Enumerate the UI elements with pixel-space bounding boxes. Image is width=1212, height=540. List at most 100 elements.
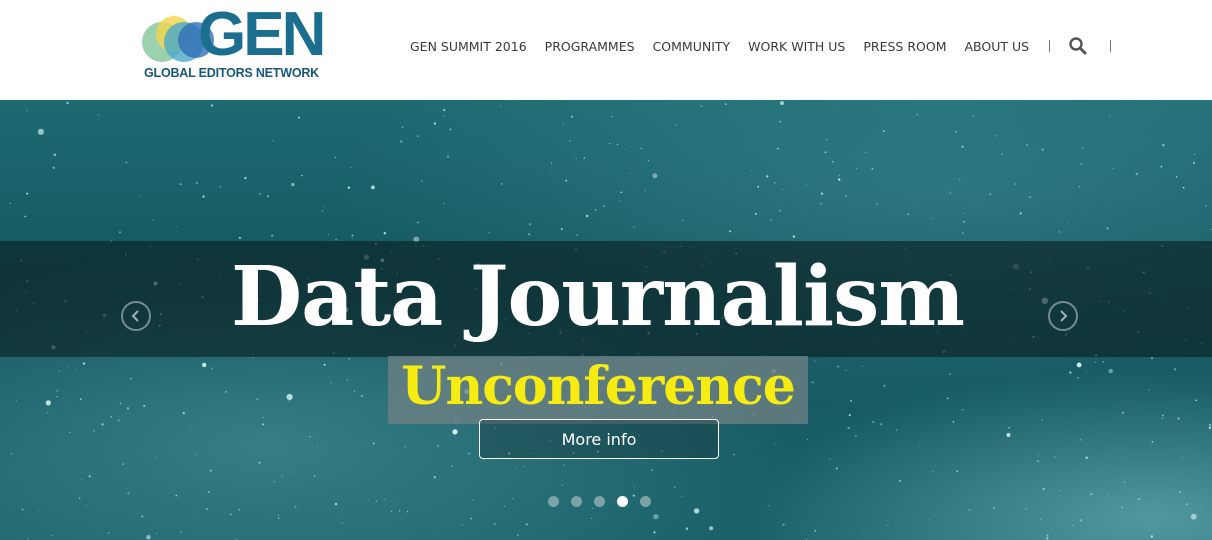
site-header: GEN GLOBAL EDITORS NETWORK GEN SUMMIT 20…: [0, 0, 1212, 100]
star: [1069, 371, 1072, 374]
star: [27, 538, 29, 540]
star: [647, 160, 649, 162]
star: [757, 185, 760, 188]
star: [673, 486, 676, 488]
star: [341, 522, 344, 525]
star: [129, 377, 132, 380]
star: [1080, 163, 1083, 165]
star: [847, 426, 850, 430]
star: [838, 174, 841, 177]
star: [53, 153, 56, 156]
star: [845, 369, 847, 371]
star: [829, 458, 831, 460]
nav-item-work-with-us[interactable]: WORK WITH US: [748, 39, 845, 54]
star: [155, 457, 157, 458]
star: [501, 183, 503, 185]
star: [865, 151, 867, 153]
star: [560, 228, 563, 231]
nav-item-programmes[interactable]: PROGRAMMES: [545, 39, 635, 54]
star: [700, 105, 703, 107]
star: [899, 480, 901, 482]
star: [565, 179, 568, 182]
star: [176, 226, 178, 228]
star: [845, 195, 847, 197]
star: [15, 400, 17, 402]
star: [682, 219, 684, 222]
star: [301, 174, 303, 177]
star: [286, 393, 293, 401]
star: [443, 109, 446, 112]
star: [1029, 196, 1032, 199]
star: [1160, 165, 1163, 168]
carousel-next-button[interactable]: [1048, 301, 1078, 331]
star: [1058, 231, 1061, 233]
star: [195, 181, 198, 184]
nav-item-community[interactable]: COMMUNITY: [653, 39, 731, 54]
star: [591, 517, 593, 519]
star: [259, 193, 261, 195]
star: [21, 508, 24, 511]
star: [209, 469, 212, 472]
star: [1151, 440, 1154, 443]
star: [1041, 148, 1044, 151]
star: [732, 453, 735, 456]
star: [961, 145, 964, 148]
star: [837, 365, 840, 368]
star: [1138, 498, 1141, 501]
star: [1123, 481, 1126, 483]
star: [219, 186, 222, 188]
star: [118, 231, 122, 234]
star: [1038, 453, 1040, 455]
star: [961, 408, 964, 411]
star: [46, 412, 49, 414]
star: [1019, 212, 1022, 215]
carousel-dot[interactable]: [571, 496, 582, 507]
chevron-left-icon: [131, 310, 139, 322]
star: [384, 498, 386, 500]
star: [175, 494, 178, 497]
search-icon[interactable]: [1068, 36, 1088, 56]
carousel-dot[interactable]: [640, 496, 651, 507]
star: [624, 149, 626, 151]
star: [74, 369, 76, 371]
star: [179, 183, 182, 186]
logo-wordmark: GEN: [198, 0, 326, 69]
carousel-dot[interactable]: [594, 496, 605, 507]
star: [229, 513, 232, 516]
star: [644, 189, 647, 192]
star: [640, 147, 643, 149]
star: [238, 236, 241, 239]
more-info-button[interactable]: More info: [479, 419, 719, 459]
star: [932, 470, 934, 473]
star: [468, 452, 470, 455]
star: [347, 186, 350, 189]
carousel-prev-button[interactable]: [121, 301, 151, 331]
logo-subtitle: GLOBAL EDITORS NETWORK: [144, 66, 320, 80]
star: [528, 233, 531, 236]
star: [1072, 524, 1073, 526]
star: [620, 200, 621, 202]
star: [78, 497, 81, 500]
gen-logo[interactable]: GEN GLOBAL EDITORS NETWORK: [140, 4, 330, 82]
star: [832, 160, 834, 163]
hero-title: Data Journalism: [230, 249, 965, 345]
nav-item-press-room[interactable]: PRESS ROOM: [863, 39, 946, 54]
carousel-dot[interactable]: [548, 496, 559, 507]
star: [550, 172, 552, 174]
carousel-dot-active[interactable]: [617, 496, 628, 507]
star: [1025, 508, 1027, 510]
star: [143, 404, 146, 408]
star: [1182, 457, 1184, 459]
star: [824, 151, 827, 154]
star: [277, 517, 280, 519]
star: [256, 398, 259, 401]
star: [1046, 534, 1049, 537]
nav-item-about-us[interactable]: ABOUT US: [965, 39, 1030, 54]
star: [244, 176, 247, 180]
star: [51, 535, 53, 537]
star: [779, 120, 782, 123]
star: [1151, 357, 1153, 360]
nav-item-gen-summit[interactable]: GEN SUMMIT 2016: [410, 39, 527, 54]
star: [814, 360, 816, 362]
star: [630, 172, 632, 174]
